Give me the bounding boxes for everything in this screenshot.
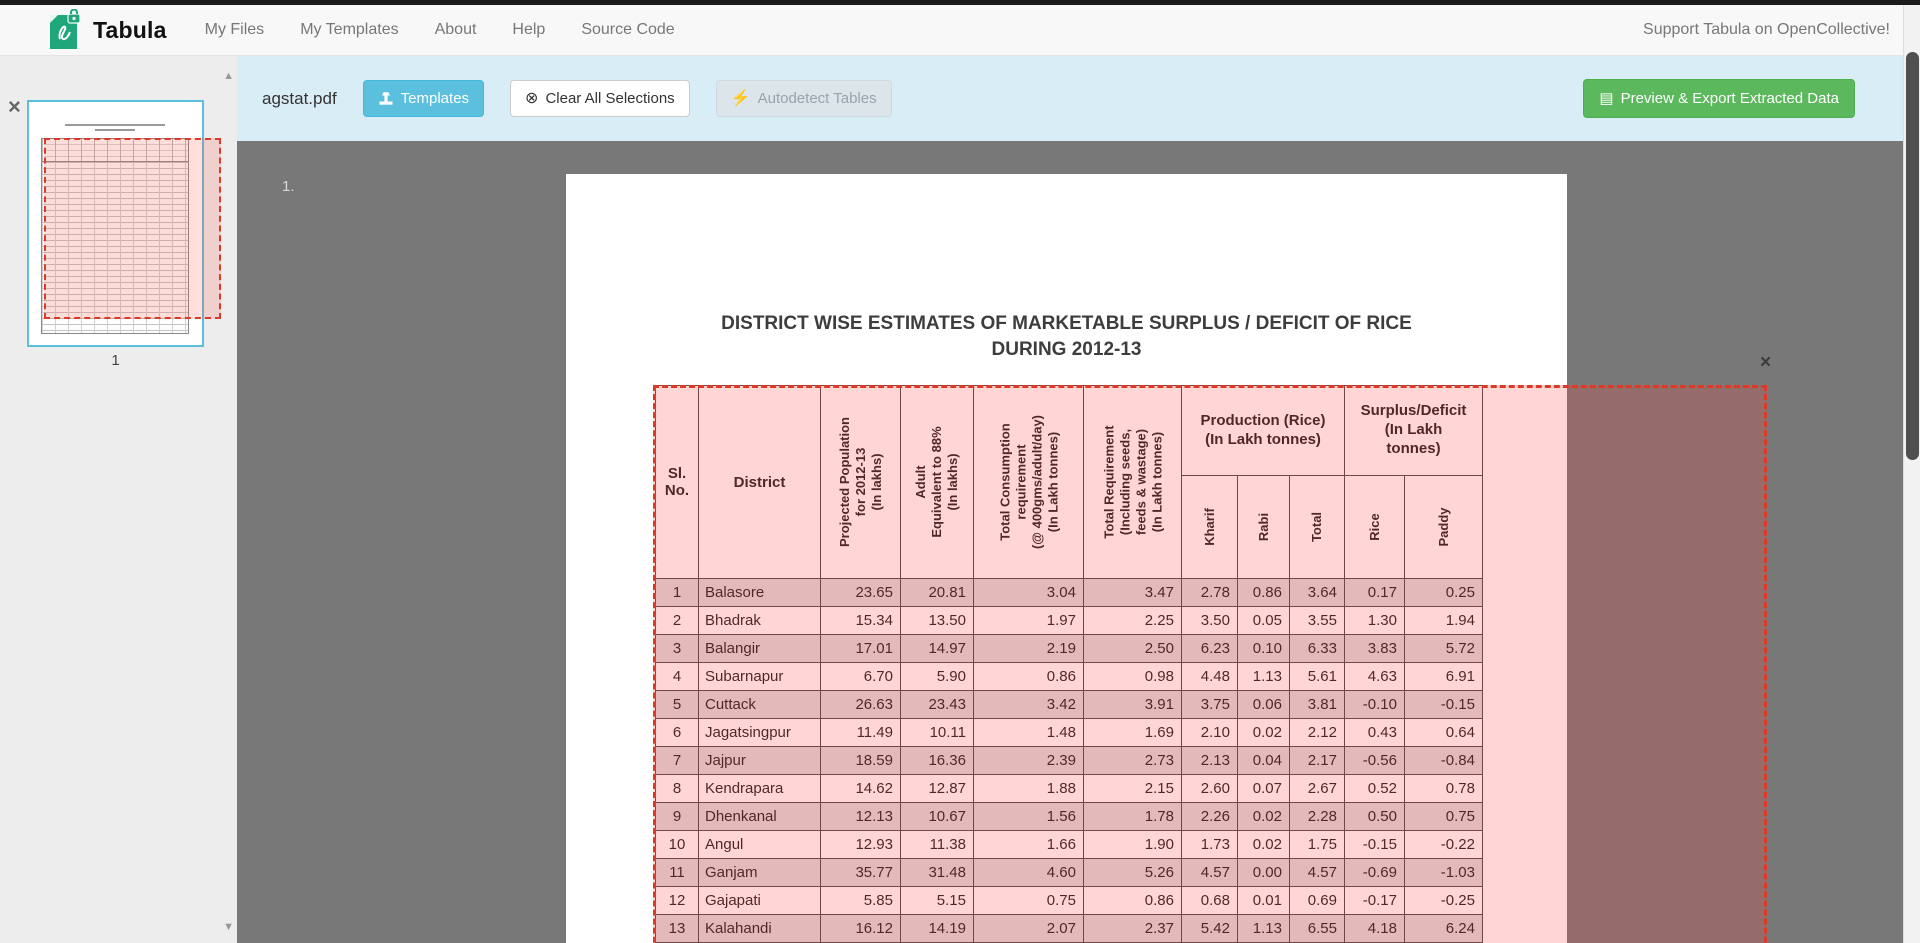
nav-link-source-code[interactable]: Source Code <box>581 21 674 39</box>
document-title-line1: DISTRICT WISE ESTIMATES OF MARKETABLE SU… <box>721 313 1412 334</box>
nav-link-my-files[interactable]: My Files <box>205 21 265 39</box>
document-title: DISTRICT WISE ESTIMATES OF MARKETABLE SU… <box>566 311 1567 362</box>
thumbnail-selection[interactable] <box>44 138 221 319</box>
clear-button-label: Clear All Selections <box>545 90 674 107</box>
thumbnail-title-line <box>65 124 165 126</box>
nav-link-help[interactable]: Help <box>512 21 545 39</box>
nav-link-my-templates[interactable]: My Templates <box>300 21 398 39</box>
thumbnail-title-line <box>95 129 135 131</box>
navbar: Tabula My Files My Templates About Help … <box>0 5 1920 56</box>
sidebar-scroll-down-icon[interactable]: ▼ <box>223 921 234 933</box>
clear-circle-icon: ⊗ <box>525 91 538 107</box>
sidebar-scroll-up-icon[interactable]: ▲ <box>223 70 234 82</box>
remove-file-button[interactable]: × <box>8 96 21 118</box>
vertical-scrollbar[interactable] <box>1903 5 1920 943</box>
scrollbar-thumb[interactable] <box>1906 52 1919 460</box>
support-link[interactable]: Support Tabula on OpenCollective! <box>1643 21 1890 39</box>
nav-link-about[interactable]: About <box>435 21 477 39</box>
page-number-label: 1. <box>282 178 295 195</box>
thumbnail-page-number: 1 <box>27 352 204 369</box>
export-button-label: Preview & Export Extracted Data <box>1621 90 1839 107</box>
document-title-line2: DURING 2012-13 <box>992 339 1142 360</box>
preview-export-button[interactable]: ▤ Preview & Export Extracted Data <box>1583 79 1855 118</box>
selection-close-button[interactable]: × <box>1760 353 1771 372</box>
lightning-icon: ⚡ <box>731 91 751 107</box>
autodetect-button-label: Autodetect Tables <box>758 90 877 107</box>
sidebar: × 1 ▲ ▼ <box>0 56 237 943</box>
autodetect-tables-button: ⚡ Autodetect Tables <box>716 80 892 117</box>
brand[interactable]: Tabula <box>46 9 167 51</box>
table-selection[interactable] <box>653 385 1767 943</box>
brand-name: Tabula <box>93 17 167 44</box>
templates-button-label: Templates <box>401 90 469 107</box>
nav-links: My Files My Templates About Help Source … <box>205 21 675 39</box>
window-top-strip <box>0 0 1920 5</box>
table-list-icon: ▤ <box>1599 91 1613 106</box>
document-canvas: 1. DISTRICT WISE ESTIMATES OF MARKETABLE… <box>237 141 1903 943</box>
current-filename: agstat.pdf <box>262 89 337 109</box>
clear-all-selections-button[interactable]: ⊗ Clear All Selections <box>510 80 690 117</box>
templates-button[interactable]: Templates <box>363 80 484 117</box>
toolbar: agstat.pdf Templates ⊗ Clear All Selecti… <box>237 56 1903 141</box>
stamp-icon <box>378 91 394 107</box>
tabula-logo-icon <box>46 9 83 51</box>
